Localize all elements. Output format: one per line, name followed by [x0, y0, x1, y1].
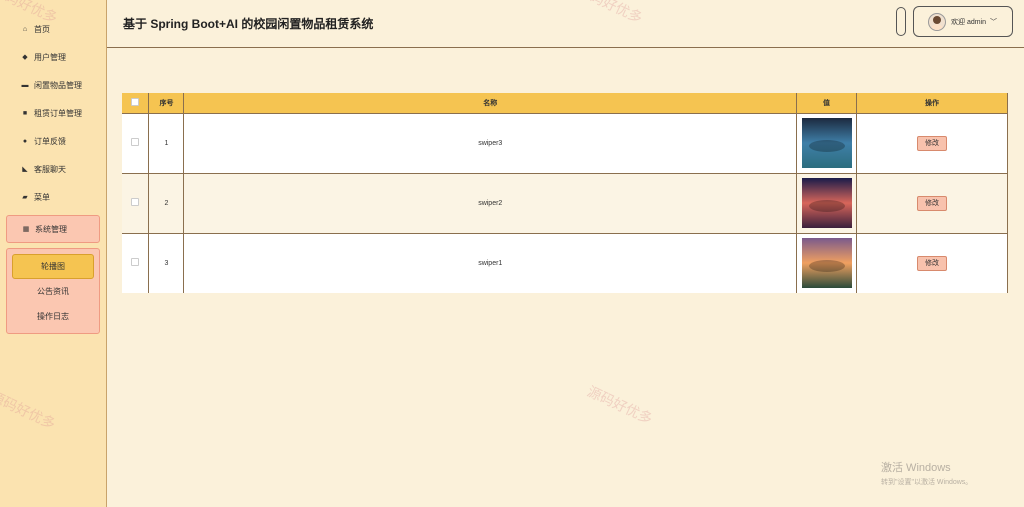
home-icon: ⌂ — [22, 25, 28, 33]
column-header-action: 操作 — [856, 93, 1008, 113]
header: 基于 Spring Boot+AI 的校园闲置物品租赁系统 欢迎 admin ﹀ — [107, 0, 1024, 48]
row-index: 2 — [148, 172, 185, 233]
submenu-item-carousel[interactable]: 轮播图 — [12, 254, 94, 279]
row-checkbox[interactable] — [131, 258, 140, 267]
edit-button[interactable]: 修改 — [917, 255, 948, 271]
print-icon: ■ — [22, 109, 28, 117]
select-all-cell — [122, 93, 150, 113]
edit-button[interactable]: 修改 — [917, 195, 948, 211]
carousel-table: 序号 名称 值 操作 1 swiper3 修改 2 swiper2 修改 3 s… — [122, 93, 1008, 293]
thumbnail-image[interactable] — [801, 118, 852, 168]
windows-activation-notice: 激活 Windows 转到"设置"以激活 Windows。 — [881, 462, 973, 486]
submenu-item-log[interactable]: 操作日志 — [7, 304, 99, 329]
thumbnail-image[interactable] — [801, 238, 852, 289]
sidebar-item-feedback[interactable]: ● 订单反馈 — [0, 127, 106, 155]
grid-icon: ▦ — [22, 226, 30, 233]
folder-icon: ▬ — [21, 81, 29, 89]
chat-icon: ◣ — [22, 166, 28, 173]
watermark: 源码好优多 — [584, 382, 656, 428]
chevron-down-icon: ﹀ — [990, 18, 998, 26]
welcome-text: 欢迎 admin — [951, 18, 987, 26]
edit-button[interactable]: 修改 — [917, 135, 948, 151]
thumbnail-image[interactable] — [801, 178, 852, 228]
users-icon: ◆ — [22, 54, 28, 61]
table-header-row: 序号 名称 值 操作 — [122, 93, 1008, 113]
row-name: swiper1 — [183, 232, 798, 293]
sidebar: ⌂ 首页 ◆ 用户管理 ▬ 闲置物品管理 ■ 租赁订单管理 ● 订单反馈 ◣ 客… — [0, 0, 107, 507]
sidebar-item-chat[interactable]: ◣ 客服聊天 — [0, 155, 106, 183]
row-checkbox[interactable] — [131, 138, 140, 146]
row-name: swiper3 — [183, 112, 798, 173]
select-all-checkbox[interactable] — [131, 97, 140, 106]
row-index: 3 — [148, 232, 185, 293]
page-title: 基于 Spring Boot+AI 的校园闲置物品租赁系统 — [123, 17, 374, 31]
system-submenu: 轮播图 公告资讯 操作日志 — [6, 248, 100, 334]
sidebar-item-items[interactable]: ▬ 闲置物品管理 — [0, 71, 106, 99]
table-row: 1 swiper3 修改 — [122, 112, 1008, 173]
row-index: 1 — [148, 112, 185, 173]
table-row: 2 swiper2 修改 — [122, 172, 1008, 233]
row-name: swiper2 — [183, 172, 798, 233]
sidebar-item-menu[interactable]: ▰ 菜单 — [0, 183, 106, 211]
avatar — [928, 12, 946, 31]
sidebar-item-users[interactable]: ◆ 用户管理 — [0, 43, 106, 71]
column-header-value: 值 — [796, 93, 858, 113]
sidebar-item-system[interactable]: ▦ 系统管理 — [6, 215, 100, 243]
sidebar-item-orders[interactable]: ■ 租赁订单管理 — [0, 99, 106, 127]
table-row: 3 swiper1 修改 — [122, 232, 1008, 293]
user-menu[interactable]: 欢迎 admin ﹀ — [913, 6, 1013, 37]
column-header-name: 名称 — [183, 93, 798, 113]
submenu-item-notice[interactable]: 公告资讯 — [7, 279, 99, 304]
inbox-icon: ▰ — [22, 194, 28, 201]
row-checkbox[interactable] — [131, 198, 140, 206]
fullscreen-toggle[interactable] — [896, 7, 906, 36]
circle-icon: ● — [22, 137, 28, 145]
column-header-index: 序号 — [148, 93, 185, 113]
